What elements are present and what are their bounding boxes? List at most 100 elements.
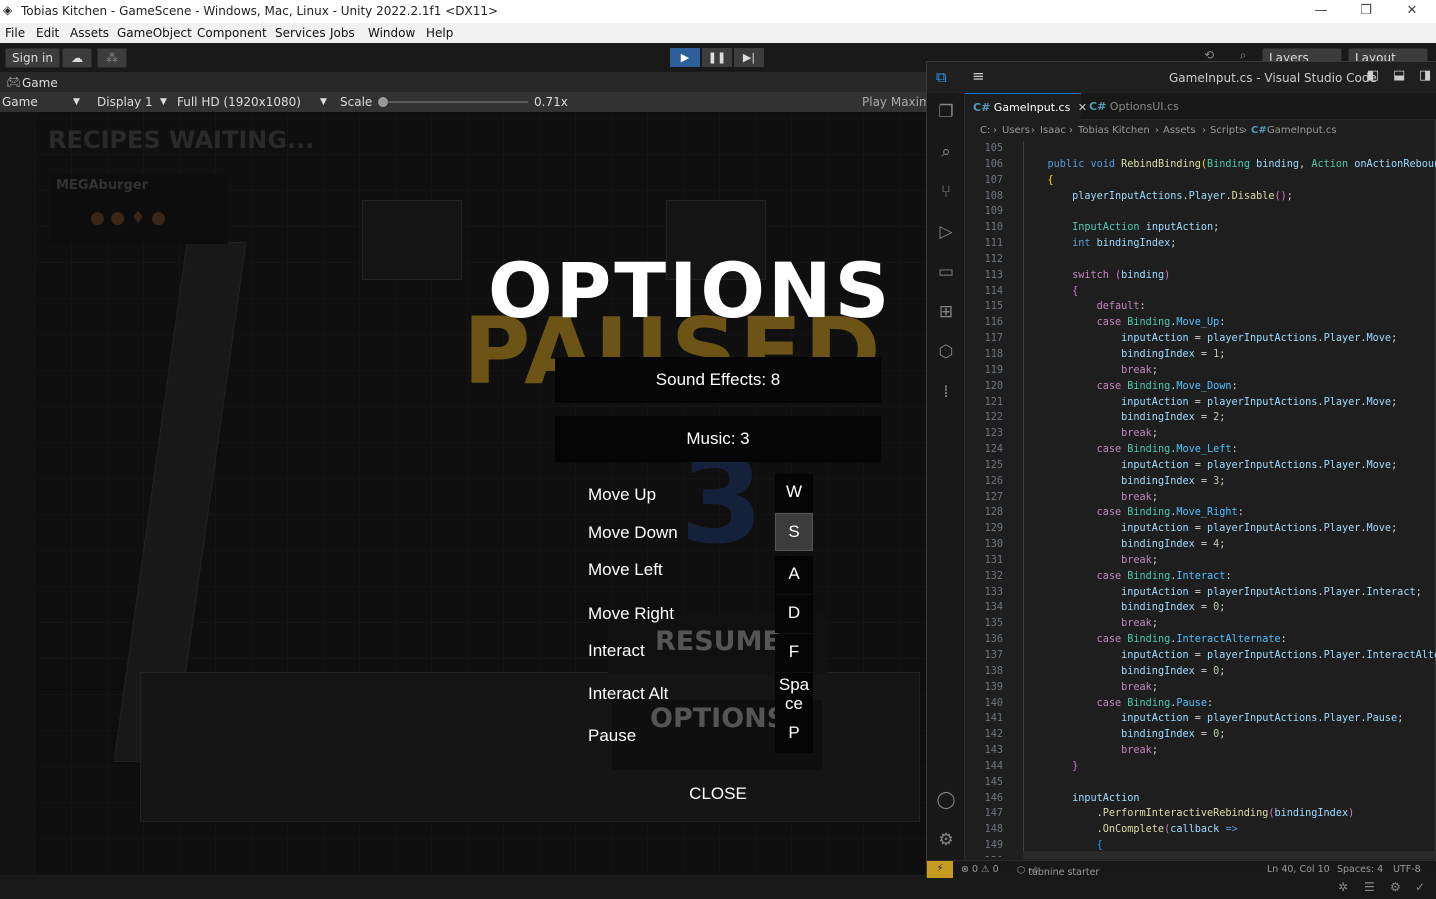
breadcrumb-item[interactable]: GameInput.cs (1267, 125, 1337, 136)
horizontal-scrollbar[interactable] (1023, 851, 1436, 859)
display-dropdown[interactable]: Display 1 (97, 95, 153, 109)
encoding[interactable]: UTF-8 (1393, 864, 1421, 875)
play-button[interactable]: ▶ (670, 48, 700, 67)
csharp-icon: C# (1251, 125, 1267, 136)
source-control-icon[interactable]: ⑂ (935, 181, 957, 203)
line-number: 107 (984, 174, 1003, 186)
remote-explorer-icon[interactable]: ▭ (935, 261, 957, 283)
problems-indicator[interactable]: ⊗ 0 ⚠ 0 (961, 864, 999, 875)
chevron-right-icon: › (1069, 125, 1073, 136)
toggle-panel-icon[interactable]: ⬓ (1393, 68, 1405, 83)
stack-icon[interactable]: ☰ (1364, 880, 1375, 894)
game-view[interactable]: RECIPES WAITING... MEGAburger ● ● ♦ ● P A… (0, 112, 930, 875)
resolution-dropdown[interactable]: Full HD (1920x1080) (177, 95, 301, 109)
code-line: case Binding.Pause: (1096, 697, 1214, 709)
code-line: break; (1121, 681, 1158, 693)
hamburger-menu-icon[interactable]: ≡ (972, 67, 985, 85)
interact-alt-key-button[interactable]: Spa ce (775, 673, 813, 717)
breadcrumb-item[interactable]: Isaac (1040, 125, 1066, 136)
tab-optionsui[interactable]: C# OptionsUI.cs (1081, 93, 1181, 120)
toggle-secondary-sidebar-icon[interactable]: ◨ (1419, 68, 1431, 83)
explorer-icon[interactable]: ❐ (935, 101, 957, 123)
menu-services[interactable]: Services (275, 26, 326, 40)
menu-jobs[interactable]: Jobs (330, 26, 355, 40)
sound-effects-button[interactable]: Sound Effects: 8 (555, 357, 881, 403)
code-line: case Binding.Interact: (1096, 570, 1232, 582)
minimize-button[interactable]: — (1298, 0, 1344, 23)
pause-button[interactable]: ❚❚ (702, 48, 732, 67)
code-line: bindingIndex = 3; (1121, 475, 1226, 487)
maximize-button[interactable]: ❐ (1343, 0, 1389, 23)
menu-component[interactable]: Component (197, 26, 267, 40)
breadcrumb-item[interactable]: Users (1002, 125, 1030, 136)
menu-gameobject[interactable]: GameObject (117, 26, 192, 40)
manage-gear-icon[interactable]: ⚙ (935, 829, 957, 851)
check-icon[interactable]: ✓ (1415, 880, 1425, 894)
move-up-key-button[interactable]: W (775, 474, 813, 512)
line-number: 139 (984, 681, 1003, 693)
tabnine-icon[interactable]: ⁞ (935, 381, 957, 403)
scale-slider[interactable] (380, 101, 528, 103)
cursor-position[interactable]: Ln 40, Col 10 (1267, 864, 1330, 875)
breadcrumb-item[interactable]: Tobias Kitchen (1078, 125, 1150, 136)
code-line: inputAction = playerInputActions.Player.… (1121, 523, 1398, 535)
toggle-sidebar-icon[interactable]: ◧ (1367, 68, 1379, 83)
move-up-label: Move Up (588, 485, 657, 504)
vscode-window: ⧉ ≡ GameInput.cs - Visual Studio Code ◧ … (926, 61, 1436, 878)
unity-logo-icon: ◈ (3, 3, 13, 17)
code-line: .OnComplete(callback => (1023, 824, 1238, 836)
code-line: case Binding.InteractAlternate: (1096, 634, 1287, 646)
debug-icon[interactable]: ✲ (1338, 880, 1348, 894)
recipes-waiting-text: RECIPES WAITING... (48, 126, 315, 154)
breadcrumb-item[interactable]: Scripts (1210, 125, 1244, 136)
menu-assets[interactable]: Assets (70, 26, 109, 40)
code-line: bindingIndex = 2; (1121, 412, 1226, 424)
pause-key-button[interactable]: P (775, 715, 813, 753)
menu-window[interactable]: Window (368, 26, 415, 40)
code-editor[interactable]: public void RebindBinding(Binding bindin… (1023, 141, 1436, 857)
move-left-key-button[interactable]: A (775, 556, 813, 594)
run-debug-icon[interactable]: ▷ (935, 221, 957, 243)
sign-in-button[interactable]: Sign in (5, 48, 60, 68)
cloud-icon[interactable]: ☁ (62, 48, 92, 68)
code-line: case Binding.Move_Down: (1096, 380, 1238, 392)
line-number: 105 (984, 143, 1003, 154)
close-window-button[interactable]: ✕ (1389, 0, 1435, 23)
search-icon[interactable]: ⌕ (935, 141, 957, 163)
close-button[interactable]: CLOSE (620, 776, 816, 812)
line-number: 145 (984, 776, 1003, 788)
menu-help[interactable]: Help (426, 26, 453, 40)
recipe-name: MEGAburger (56, 178, 149, 193)
line-number: 110 (984, 222, 1003, 234)
breadcrumb-item[interactable]: C: (980, 125, 990, 136)
game-tab[interactable]: Game (22, 76, 58, 90)
menu-edit[interactable]: Edit (36, 26, 59, 40)
unity-icon[interactable]: ⬡ (935, 341, 957, 363)
chevron-right-icon: › (1155, 125, 1159, 136)
music-button[interactable]: Music: 3 (555, 416, 881, 462)
scale-slider-handle[interactable] (378, 97, 388, 107)
menu-file[interactable]: File (5, 26, 25, 40)
move-right-key-button[interactable]: D (775, 595, 813, 633)
line-number: 116 (984, 317, 1003, 329)
code-line: int bindingIndex; (1072, 238, 1177, 250)
remote-indicator[interactable]: ⚡ (927, 861, 953, 878)
settings-icon[interactable]: ⚙ (1390, 880, 1401, 894)
view-dropdown[interactable]: Game (2, 95, 38, 109)
interact-key-button[interactable]: F (775, 634, 813, 672)
line-number: 123 (984, 428, 1003, 440)
step-button[interactable]: ▶| (734, 48, 764, 67)
play-maximized-toggle[interactable]: Play Maxim (862, 95, 931, 109)
extensions-icon[interactable]: ⊞ (935, 301, 957, 323)
breadcrumb-item[interactable]: Assets (1163, 125, 1196, 136)
code-line: bindingIndex = 0; (1121, 729, 1226, 741)
line-number: 150 (965, 854, 1009, 857)
window-titlebar: ◈ Tobias Kitchen - GameScene - Windows, … (0, 0, 1436, 23)
line-number: 140 (984, 697, 1003, 709)
tabnine-status[interactable]: ⬡ tabnine starter 👍︎ (1017, 864, 1099, 878)
collab-icon[interactable]: ⁂ (97, 48, 127, 68)
tab-gameinput[interactable]: C# GameInput.cs ✕ (965, 93, 1087, 120)
move-down-key-button[interactable]: S (775, 513, 813, 551)
account-icon[interactable]: ◯ (935, 789, 957, 811)
indentation[interactable]: Spaces: 4 (1337, 864, 1383, 875)
